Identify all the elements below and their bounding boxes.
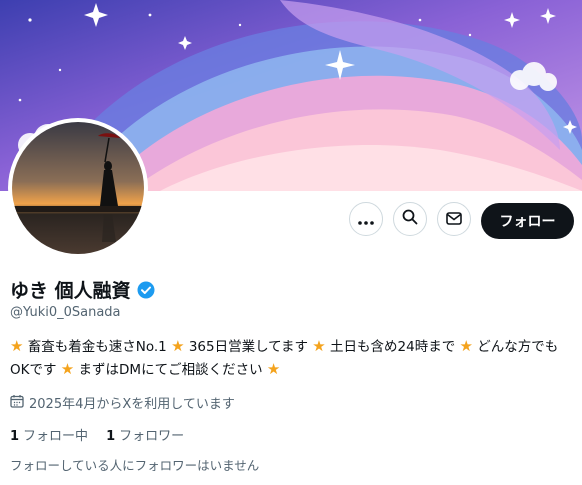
- join-date-text: 2025年4月からXを利用しています: [29, 397, 235, 412]
- join-date: 2025年4月からXを利用しています: [10, 393, 235, 412]
- following-label: フォロー中: [23, 429, 89, 444]
- calendar-icon: [10, 394, 29, 412]
- message-button[interactable]: [437, 202, 471, 236]
- followed-by-text: フォローしている人にフォロワーはいません: [10, 458, 260, 473]
- bio-segment: 畜査も着金も速さNo.1: [27, 339, 167, 355]
- mail-icon: [446, 210, 462, 229]
- star-icon: ★: [266, 360, 281, 378]
- following-link[interactable]: 1 フォロー中: [10, 425, 88, 444]
- followers-count: 1: [106, 429, 116, 444]
- bio-segment: 土日も含め24時まで: [330, 339, 456, 355]
- followers-label: フォロワー: [119, 429, 185, 444]
- star-icon: ★: [60, 360, 75, 378]
- search-icon: [402, 209, 418, 229]
- display-name: ゆき 個人融資: [10, 280, 131, 302]
- more-button[interactable]: [349, 202, 383, 236]
- user-handle: @Yuki0_0Sanada: [10, 305, 121, 320]
- star-icon: ★: [459, 337, 473, 355]
- avatar-border: [8, 118, 148, 258]
- search-button[interactable]: [393, 202, 427, 236]
- follow-button[interactable]: フォロー: [481, 203, 574, 239]
- followers-link[interactable]: 1 フォロワー: [106, 425, 184, 444]
- star-icon: ★: [312, 337, 326, 355]
- star-icon: ★: [171, 337, 185, 355]
- follow-stats: 1 フォロー中 1 フォロワー: [10, 425, 184, 444]
- star-icon: ★: [10, 337, 24, 355]
- bio-segment: まずはDMにてご相談ください: [78, 362, 263, 378]
- bio-segment: 365日営業してます: [188, 339, 308, 355]
- verified-badge-icon[interactable]: [137, 281, 155, 299]
- following-count: 1: [10, 429, 20, 444]
- avatar[interactable]: [12, 122, 144, 254]
- name-row: ゆき 個人融資: [10, 276, 155, 303]
- more-icon: [358, 210, 374, 229]
- bio: ★ 畜査も着金も速さNo.1 ★ 365日営業してます ★ 土日も含め24時まで…: [10, 335, 570, 381]
